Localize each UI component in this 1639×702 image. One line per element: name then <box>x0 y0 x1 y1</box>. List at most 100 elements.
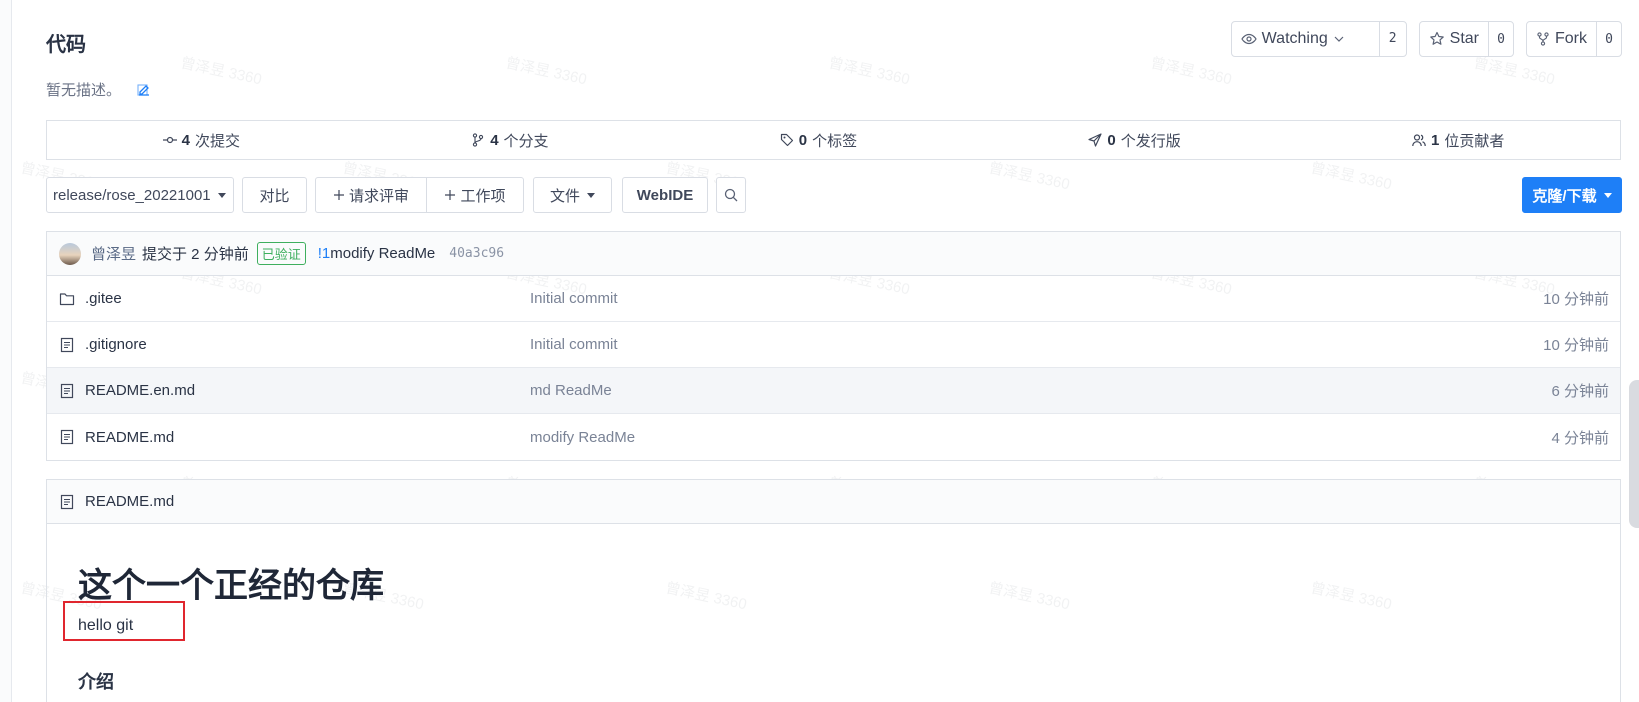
file-commit-time: 4 分钟前 <box>1551 429 1609 447</box>
watermark-text: 曾泽昱 3360 <box>826 54 912 89</box>
branch-select-value: release/rose_20221001 <box>53 186 211 204</box>
stat-contributors-label: 位贡献者 <box>1444 132 1505 150</box>
stat-contributors-count: 1 <box>1430 131 1440 149</box>
file-row[interactable]: .gitee Initial commit 10 分钟前 <box>47 276 1620 322</box>
star-count[interactable]: 0 <box>1489 22 1513 56</box>
edit-icon[interactable] <box>137 83 151 97</box>
stat-releases-count: 0 <box>1107 131 1116 149</box>
clone-download-button[interactable]: 克隆/下载 <box>1522 177 1622 213</box>
stat-branches-label: 个分支 <box>503 132 549 150</box>
file-menu-button[interactable]: 文件 <box>533 177 612 213</box>
file-icon <box>60 383 74 398</box>
fork-icon <box>1537 32 1549 46</box>
verified-badge: 已验证 <box>256 242 306 265</box>
stat-releases-label: 个发行版 <box>1120 132 1181 150</box>
work-item-button[interactable]: 工作项 <box>426 177 524 213</box>
repo-description: 暂无描述。 <box>46 79 151 100</box>
file-name[interactable]: README.en.md <box>85 382 195 399</box>
plus-icon <box>333 190 344 200</box>
file-icon <box>60 494 74 509</box>
stat-releases[interactable]: 0 个发行版 <box>1088 130 1181 151</box>
star-icon <box>1429 31 1444 45</box>
stat-commits[interactable]: 4 次提交 <box>162 130 240 151</box>
file-icon <box>60 429 74 445</box>
pull-request-button[interactable]: 请求评审 <box>315 177 427 213</box>
release-icon <box>1088 133 1102 147</box>
watch-label: Watching <box>1261 30 1328 47</box>
watch-button-group: Watching 2 <box>1230 21 1407 57</box>
readme-paragraph: hello git <box>78 617 134 634</box>
fork-count[interactable]: 0 <box>1597 22 1621 56</box>
file-menu-label: 文件 <box>549 187 580 205</box>
tag-icon <box>780 133 793 147</box>
star-button[interactable]: Star <box>1420 22 1489 56</box>
readme-panel: README.md 这个一个正经的仓库 hello git 介绍 <box>46 479 1621 702</box>
file-name[interactable]: README.md <box>85 429 174 446</box>
stat-tags[interactable]: 0 个标签 <box>780 130 857 151</box>
stat-commits-count: 4 <box>181 131 190 149</box>
star-label: Star <box>1449 30 1479 47</box>
chevron-down-icon <box>1334 36 1344 42</box>
file-commit-message[interactable]: modify ReadMe <box>530 429 635 446</box>
clone-download-label: 克隆/下载 <box>1532 187 1597 205</box>
file-row[interactable]: .gitignore Initial commit 10 分钟前 <box>47 322 1620 368</box>
repo-actions: Watching 2 Star 0 Fork 0 <box>1230 21 1622 57</box>
caret-down-icon <box>217 192 226 198</box>
watermark-text: 曾泽昱 3360 <box>1148 54 1234 89</box>
code-toolbar: release/rose_20221001 对比 请求评审 工作项 文件 Web… <box>46 177 1622 213</box>
pr-link[interactable]: !1 <box>318 245 331 262</box>
watch-button[interactable]: Watching <box>1232 22 1380 56</box>
branch-select[interactable]: release/rose_20221001 <box>46 177 234 213</box>
avatar[interactable] <box>59 242 81 265</box>
star-button-group: Star 0 <box>1418 21 1514 57</box>
stat-tags-label: 个标签 <box>812 132 858 150</box>
compare-button[interactable]: 对比 <box>242 177 307 213</box>
readme-subheading: 介绍 <box>78 672 114 692</box>
side-float-widget[interactable] <box>1629 380 1639 528</box>
commit-message[interactable]: modify ReadMe <box>330 245 435 262</box>
commit-sha[interactable]: 40a3c96 <box>449 246 504 261</box>
file-commit-message[interactable]: md ReadMe <box>530 382 612 399</box>
file-icon <box>60 337 74 352</box>
left-panel-edge <box>0 0 12 702</box>
stat-branches[interactable]: 4 个分支 <box>471 130 549 151</box>
folder-icon <box>59 292 75 305</box>
description-text: 暂无描述。 <box>46 82 122 99</box>
file-commit-message[interactable]: Initial commit <box>530 290 618 307</box>
caret-down-icon <box>587 192 595 198</box>
file-name[interactable]: .gitignore <box>85 336 147 353</box>
plus-icon <box>445 190 456 200</box>
repo-stats-bar: 4 次提交 4 个分支 0 个标签 0 个发行版 1 位贡献者 <box>46 120 1621 160</box>
commit-author[interactable]: 曾泽昱 <box>91 243 136 264</box>
file-commit-message[interactable]: Initial commit <box>530 336 618 353</box>
stat-commits-label: 次提交 <box>194 132 240 150</box>
fork-label: Fork <box>1555 30 1587 47</box>
file-commit-time: 6 分钟前 <box>1551 383 1609 400</box>
webide-label: WebIDE <box>636 186 694 204</box>
stat-tags-count: 0 <box>798 131 808 149</box>
watch-count[interactable]: 2 <box>1380 22 1406 56</box>
file-name[interactable]: .gitee <box>85 290 122 307</box>
eye-icon <box>1240 33 1257 45</box>
file-row[interactable]: README.md modify ReadMe 4 分钟前 <box>47 414 1620 460</box>
watermark-text: 曾泽昱 3360 <box>178 54 264 89</box>
file-row[interactable]: README.en.md md ReadMe 6 分钟前 <box>47 368 1620 414</box>
file-commit-time: 10 分钟前 <box>1543 337 1609 354</box>
stat-contributors[interactable]: 1 位贡献者 <box>1412 130 1504 151</box>
contributors-icon <box>1412 134 1426 147</box>
pull-request-label: 请求评审 <box>348 187 409 205</box>
search-button[interactable] <box>716 177 746 213</box>
readme-header: README.md <box>47 480 1620 524</box>
watermark-text: 曾泽昱 3360 <box>503 54 589 89</box>
work-item-label: 工作项 <box>460 187 506 205</box>
readme-filename[interactable]: README.md <box>85 493 174 510</box>
search-icon <box>724 188 738 202</box>
watermark-text: 曾泽昱 3360 <box>1471 54 1557 89</box>
fork-button[interactable]: Fork <box>1527 22 1597 56</box>
webide-button[interactable]: WebIDE <box>622 177 708 213</box>
file-commit-time: 10 分钟前 <box>1543 291 1609 308</box>
stat-branches-count: 4 <box>490 131 499 149</box>
latest-commit-bar: 曾泽昱 提交于 2 分钟前 已验证 !1 modify ReadMe 40a3c… <box>47 232 1620 276</box>
caret-down-icon <box>1603 192 1612 198</box>
readme-heading: 这个一个正经的仓库 <box>78 567 384 605</box>
